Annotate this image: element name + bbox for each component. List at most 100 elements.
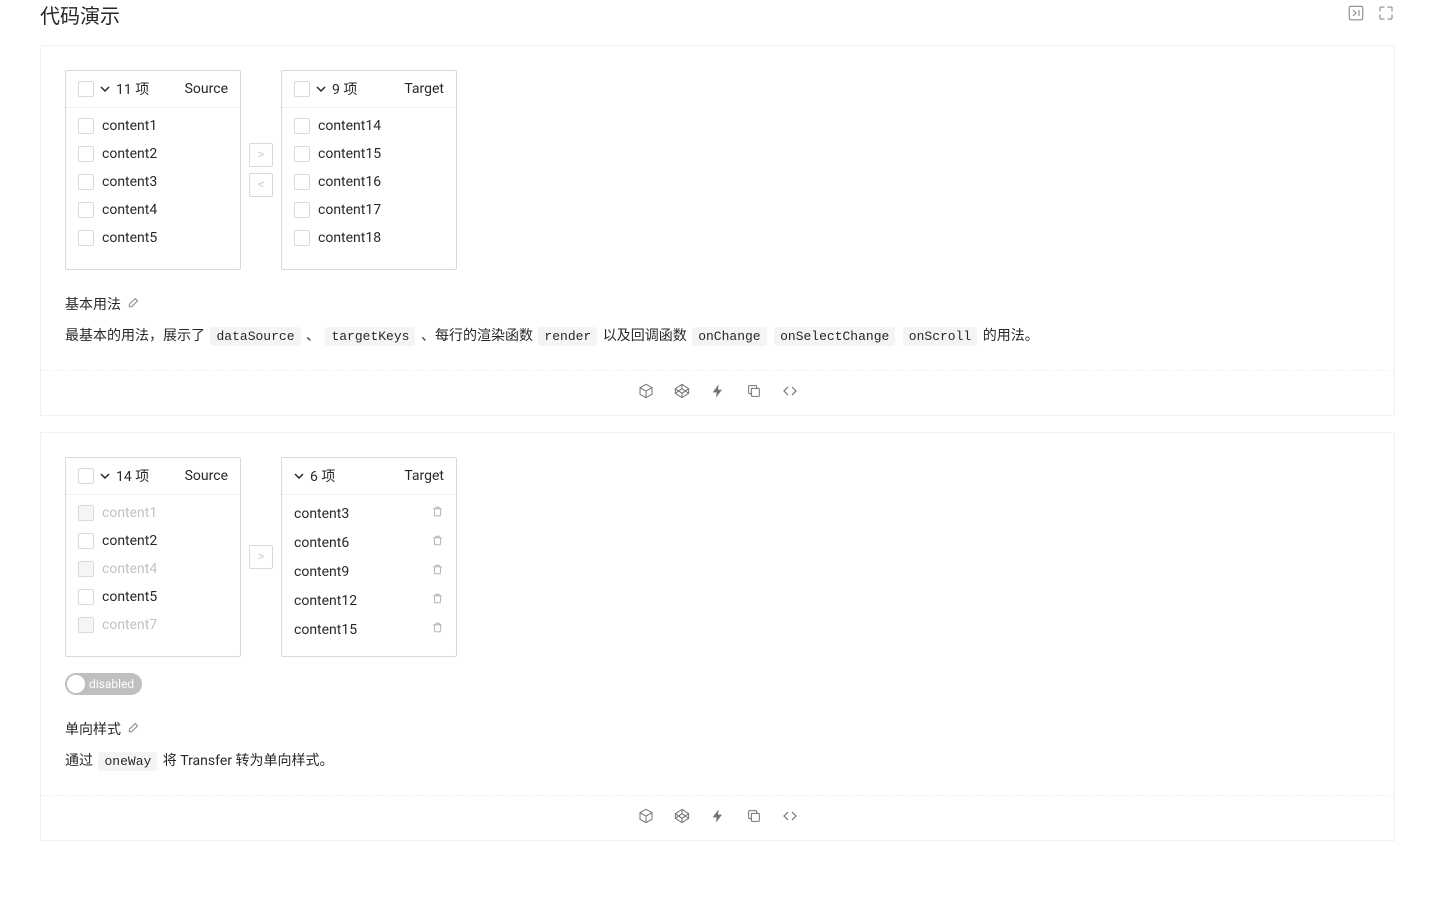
move-right-button[interactable]: > <box>249 143 273 167</box>
list-item[interactable]: content3 <box>282 499 456 528</box>
switch-label: disabled <box>89 677 134 691</box>
item-checkbox[interactable] <box>294 146 310 162</box>
transfer-source-panel: 14 项 Source content1 content2 content4 c… <box>65 457 241 657</box>
item-label: content14 <box>318 118 381 134</box>
chevron-down-icon[interactable] <box>100 471 110 481</box>
item-checkbox[interactable] <box>294 230 310 246</box>
item-checkbox[interactable] <box>78 230 94 246</box>
source-list-body[interactable]: content1 content2 content3 content4 cont… <box>66 108 240 269</box>
list-item: content4 <box>66 555 240 583</box>
item-checkbox[interactable] <box>78 118 94 134</box>
code-toggle-icon[interactable] <box>782 808 798 828</box>
delete-icon[interactable] <box>431 563 444 580</box>
target-count-label: 6 项 <box>310 466 335 486</box>
list-item[interactable]: content12 <box>282 586 456 615</box>
source-title: Source <box>185 468 228 484</box>
item-label: content17 <box>318 202 381 218</box>
transfer-source-panel: 11 项 Source content1 content2 content3 c… <box>65 70 241 270</box>
list-item[interactable]: content1 <box>66 112 240 140</box>
code-token: oneWay <box>98 752 157 771</box>
item-label: content16 <box>318 174 381 190</box>
target-list-body[interactable]: content3 content6 content9 content12 con… <box>282 495 456 656</box>
item-label: content3 <box>102 174 157 190</box>
list-item[interactable]: content2 <box>66 527 240 555</box>
list-item[interactable]: content15 <box>282 615 456 644</box>
item-checkbox[interactable] <box>294 174 310 190</box>
edit-icon[interactable] <box>127 720 141 738</box>
delete-icon[interactable] <box>431 505 444 522</box>
item-label: content4 <box>102 202 157 218</box>
item-checkbox[interactable] <box>78 533 94 549</box>
item-label: content5 <box>102 589 157 605</box>
item-label: content1 <box>102 118 157 134</box>
select-all-checkbox[interactable] <box>294 81 310 97</box>
target-title: Target <box>404 81 444 97</box>
select-all-checkbox[interactable] <box>78 468 94 484</box>
codepen-icon[interactable] <box>674 808 690 828</box>
list-item[interactable]: content5 <box>66 583 240 611</box>
codepen-icon[interactable] <box>674 383 690 403</box>
list-item[interactable]: content16 <box>282 168 456 196</box>
list-item[interactable]: content4 <box>66 196 240 224</box>
code-token: onScroll <box>903 327 977 346</box>
item-label: content7 <box>102 617 157 633</box>
source-list-body[interactable]: content1 content2 content4 content5 cont… <box>66 495 240 656</box>
list-item[interactable]: content3 <box>66 168 240 196</box>
item-checkbox[interactable] <box>78 146 94 162</box>
target-list-body[interactable]: content14 content15 content16 content17 … <box>282 108 456 269</box>
list-item[interactable]: content14 <box>282 112 456 140</box>
move-right-button[interactable]: > <box>249 545 273 569</box>
transfer-oneway: 14 项 Source content1 content2 content4 c… <box>65 457 1370 657</box>
transfer-basic: 11 项 Source content1 content2 content3 c… <box>65 70 1370 270</box>
select-all-checkbox[interactable] <box>78 81 94 97</box>
list-item[interactable]: content17 <box>282 196 456 224</box>
item-label: content1 <box>102 505 157 521</box>
chevron-down-icon[interactable] <box>100 84 110 94</box>
delete-icon[interactable] <box>431 534 444 551</box>
codesandbox-icon[interactable] <box>638 808 654 828</box>
list-item: content7 <box>66 611 240 639</box>
list-item[interactable]: content18 <box>282 224 456 252</box>
code-toggle-icon[interactable] <box>782 383 798 403</box>
code-token: onChange <box>692 327 766 346</box>
item-checkbox[interactable] <box>78 589 94 605</box>
page-title-text: 代码演示 <box>40 0 120 29</box>
expand-icon[interactable] <box>1377 3 1395 27</box>
item-checkbox[interactable] <box>78 174 94 190</box>
transfer-target-panel: 6 项 Target content3 content6 content9 co… <box>281 457 457 657</box>
list-item[interactable]: content5 <box>66 224 240 252</box>
list-item: content1 <box>66 499 240 527</box>
item-checkbox[interactable] <box>78 202 94 218</box>
delete-icon[interactable] <box>431 621 444 638</box>
demo-description: 最基本的用法，展示了 dataSource 、 targetKeys 、每行的渲… <box>41 314 1394 370</box>
rtl-toggle-icon[interactable] <box>1347 3 1365 27</box>
edit-icon[interactable] <box>127 295 141 313</box>
item-label: content18 <box>318 230 381 246</box>
item-checkbox[interactable] <box>294 118 310 134</box>
code-token: targetKeys <box>325 327 415 346</box>
chevron-down-icon[interactable] <box>294 471 304 481</box>
item-label: content6 <box>294 535 349 551</box>
stackblitz-icon[interactable] <box>710 808 726 828</box>
item-label: content2 <box>102 533 157 549</box>
delete-icon[interactable] <box>431 592 444 609</box>
list-item[interactable]: content15 <box>282 140 456 168</box>
chevron-down-icon[interactable] <box>316 84 326 94</box>
list-item[interactable]: content2 <box>66 140 240 168</box>
item-checkbox <box>78 505 94 521</box>
code-token: dataSource <box>210 327 300 346</box>
codesandbox-icon[interactable] <box>638 383 654 403</box>
move-left-button[interactable]: < <box>249 173 273 197</box>
demo-title: 基本用法 <box>65 294 121 314</box>
list-item[interactable]: content6 <box>282 528 456 557</box>
item-label: content4 <box>102 561 157 577</box>
target-title: Target <box>404 468 444 484</box>
copy-icon[interactable] <box>746 808 762 828</box>
copy-icon[interactable] <box>746 383 762 403</box>
demo-basic-usage: 11 项 Source content1 content2 content3 c… <box>40 45 1395 416</box>
item-checkbox[interactable] <box>294 202 310 218</box>
disabled-switch[interactable]: disabled <box>65 673 142 695</box>
code-token: render <box>538 327 597 346</box>
list-item[interactable]: content9 <box>282 557 456 586</box>
stackblitz-icon[interactable] <box>710 383 726 403</box>
